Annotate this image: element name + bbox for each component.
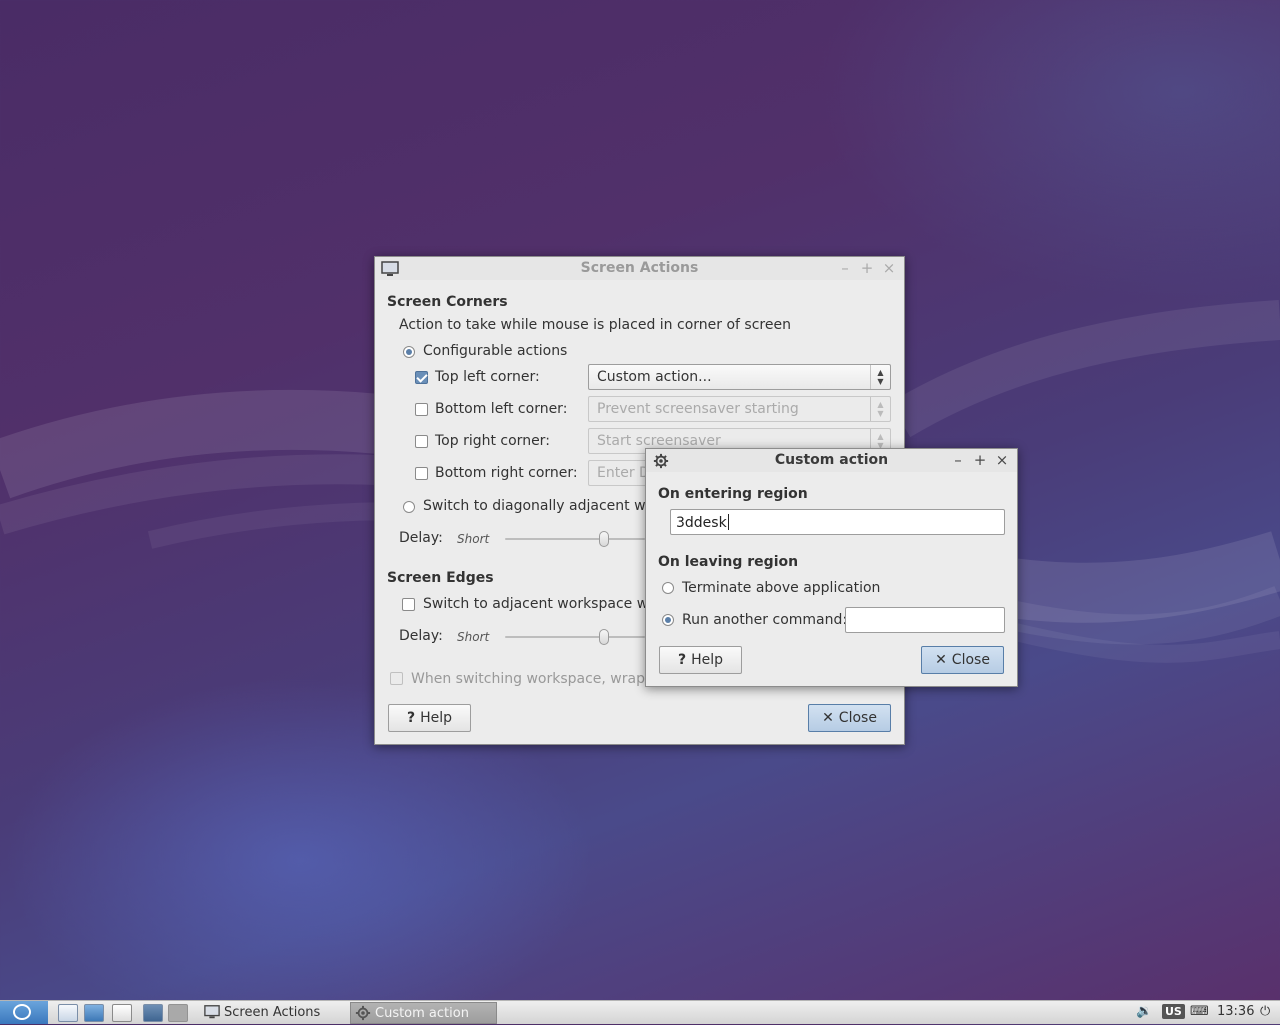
adjacent-workspace-checkbox[interactable] xyxy=(402,598,415,611)
select-arrows-icon: ▲ ▼ xyxy=(870,397,890,421)
close-button-label: Close xyxy=(838,710,877,726)
keyboard-layout[interactable]: US xyxy=(1162,1004,1185,1019)
top-right-corner-label: Top right corner: xyxy=(435,433,550,449)
bottom-left-corner-label: Bottom left corner: xyxy=(435,401,568,417)
run-another-command-label: Run another command: xyxy=(682,612,848,628)
close-window-button[interactable]: × xyxy=(878,258,900,278)
task-screen-actions[interactable]: Screen Actions xyxy=(200,1002,348,1024)
maximize-button[interactable]: + xyxy=(969,450,991,470)
corners-description: Action to take while mouse is placed in … xyxy=(399,317,791,333)
window-icon[interactable] xyxy=(112,1004,132,1022)
power-icon[interactable]: ⏻ xyxy=(1260,1004,1270,1019)
custom-action-dialog: Custom action – + × On entering region 3… xyxy=(645,448,1018,687)
bottom-left-corner-value: Prevent screensaver starting xyxy=(597,401,799,417)
run-another-command-radio[interactable] xyxy=(662,614,674,626)
edges-delay-short: Short xyxy=(457,630,490,644)
minimize-button[interactable]: – xyxy=(947,450,969,470)
bottom-right-corner-label: Bottom right corner: xyxy=(435,465,578,481)
bottom-left-corner-checkbox[interactable] xyxy=(415,403,428,416)
configurable-actions-radio[interactable] xyxy=(403,346,415,358)
terminate-application-radio[interactable] xyxy=(662,582,674,594)
adjacent-workspace-label: Switch to adjacent workspace wh xyxy=(423,596,658,612)
custom-action-titlebar[interactable]: Custom action – + × xyxy=(646,449,1017,472)
top-left-corner-checkbox[interactable] xyxy=(415,371,428,384)
diagonal-workspace-label: Switch to diagonally adjacent wor xyxy=(423,498,660,514)
minimize-button[interactable]: – xyxy=(834,258,856,278)
top-left-corner-label: Top left corner: xyxy=(435,369,540,385)
wrap-workspace-checkbox[interactable] xyxy=(390,672,403,685)
top-left-corner-select[interactable]: Custom action... ▲ ▼ xyxy=(588,364,891,390)
help-button-label: Help xyxy=(420,710,453,726)
edges-delay-slider[interactable] xyxy=(505,629,645,645)
help-icon: ? xyxy=(406,710,416,726)
slider-handle[interactable] xyxy=(599,629,610,645)
task-custom-action[interactable]: Custom action xyxy=(350,1002,497,1024)
close-icon: ✕ xyxy=(935,652,947,668)
show-desktop-icon[interactable] xyxy=(143,1004,163,1022)
slider-handle[interactable] xyxy=(599,531,610,547)
corners-delay-slider[interactable] xyxy=(505,531,645,547)
leaving-region-heading: On leaving region xyxy=(658,554,799,570)
task-label: Screen Actions xyxy=(224,1005,321,1020)
wrap-workspace-label: When switching workspace, wrap a xyxy=(411,671,658,687)
text-caret xyxy=(727,514,729,530)
bottom-right-corner-value: Enter D xyxy=(597,465,650,481)
run-command-input[interactable] xyxy=(845,607,1005,633)
top-right-corner-value: Start screensaver xyxy=(597,433,721,449)
close-icon: ✕ xyxy=(822,710,834,726)
gear-icon xyxy=(355,1005,371,1021)
screen-edges-heading: Screen Edges xyxy=(387,570,494,586)
task-label: Custom action xyxy=(375,1006,469,1021)
close-window-button[interactable]: × xyxy=(991,450,1013,470)
entering-command-input[interactable]: 3ddesk xyxy=(670,509,1005,535)
help-button[interactable]: ? Help xyxy=(388,704,471,732)
screen-corners-heading: Screen Corners xyxy=(387,294,508,310)
start-menu-button[interactable] xyxy=(0,1001,48,1024)
volume-icon[interactable]: 🔉 xyxy=(1136,1004,1152,1019)
clock[interactable]: 13:36 xyxy=(1217,1004,1254,1019)
terminate-application-label: Terminate above application xyxy=(682,580,881,596)
workspace-icon[interactable] xyxy=(168,1004,188,1022)
configurable-actions-label: Configurable actions xyxy=(423,343,568,359)
file-manager-icon[interactable] xyxy=(58,1004,78,1022)
help-button-label: Help xyxy=(691,652,724,668)
top-left-corner-value: Custom action... xyxy=(597,369,712,385)
edges-delay-label: Delay: xyxy=(399,628,443,644)
screen-actions-titlebar[interactable]: Screen Actions – + × xyxy=(375,257,904,280)
help-icon: ? xyxy=(677,652,687,668)
taskbar: Screen Actions Custom action 🔉 US ⌨ 13:3… xyxy=(0,1000,1280,1024)
lxqt-logo-icon xyxy=(13,1004,31,1020)
top-right-corner-checkbox[interactable] xyxy=(415,435,428,448)
corners-delay-short: Short xyxy=(457,532,490,546)
keyboard-icon[interactable]: ⌨ xyxy=(1190,1004,1209,1019)
corners-delay-label: Delay: xyxy=(399,530,443,546)
bottom-right-corner-checkbox[interactable] xyxy=(415,467,428,480)
bottom-left-corner-select[interactable]: Prevent screensaver starting ▲ ▼ xyxy=(588,396,891,422)
monitor-icon xyxy=(204,1005,220,1019)
window-title: Screen Actions xyxy=(580,260,699,276)
diagonal-workspace-radio[interactable] xyxy=(403,501,415,513)
network-icon[interactable] xyxy=(84,1004,104,1022)
maximize-button[interactable]: + xyxy=(856,258,878,278)
close-button-label: Close xyxy=(951,652,990,668)
select-arrows-icon: ▲ ▼ xyxy=(870,365,890,389)
help-button[interactable]: ? Help xyxy=(659,646,742,674)
entering-command-value: 3ddesk xyxy=(676,515,727,531)
close-button[interactable]: ✕ Close xyxy=(921,646,1004,674)
entering-region-heading: On entering region xyxy=(658,486,808,502)
close-button[interactable]: ✕ Close xyxy=(808,704,891,732)
